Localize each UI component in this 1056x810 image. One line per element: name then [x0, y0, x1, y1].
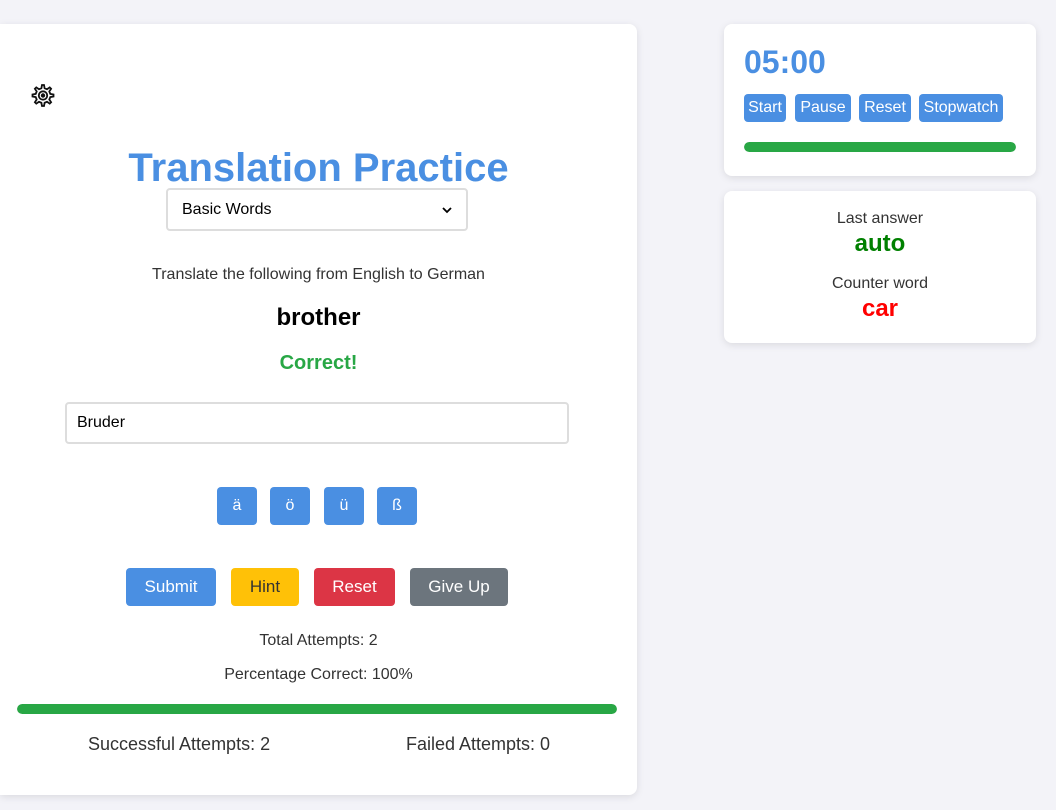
- timer-pause-button[interactable]: Pause: [795, 94, 851, 122]
- accuracy-progress-bar: [17, 704, 617, 714]
- category-select[interactable]: Basic Words: [166, 188, 468, 231]
- counter-word-label: Counter word: [831, 275, 929, 292]
- char-button-a-umlaut[interactable]: ä: [217, 487, 257, 525]
- timer-card: 05:00 Start Pause Reset Stopwatch: [724, 24, 1036, 176]
- category-select-value: Basic Words: [182, 200, 272, 218]
- char-button-o-umlaut[interactable]: ö: [270, 487, 310, 525]
- submit-button[interactable]: Submit: [126, 568, 216, 606]
- prompt-word: brother: [276, 304, 361, 331]
- answer-input[interactable]: [65, 402, 569, 444]
- char-button-u-umlaut[interactable]: ü: [324, 487, 364, 525]
- timer-start-button[interactable]: Start: [744, 94, 786, 122]
- practice-card: Translation Practice Basic Words Transla…: [0, 24, 637, 795]
- accuracy-progress-fill: [17, 704, 617, 714]
- feedback-message: Correct!: [279, 352, 358, 374]
- failed-attempts: Failed Attempts: 0: [406, 734, 551, 754]
- stopwatch-button[interactable]: Stopwatch: [919, 94, 1003, 122]
- timer-reset-button[interactable]: Reset: [859, 94, 911, 122]
- timer-progress-fill: [744, 142, 1016, 152]
- total-attempts: Total Attempts: 2: [259, 632, 378, 649]
- info-card: Last answer auto Counter word car: [724, 191, 1036, 343]
- timer-display: 05:00: [744, 44, 826, 80]
- last-answer-label: Last answer: [836, 210, 924, 227]
- chevron-down-icon: [442, 206, 452, 213]
- percentage-correct: Percentage Correct: 100%: [224, 666, 413, 683]
- char-button-eszett[interactable]: ß: [377, 487, 417, 525]
- reset-button[interactable]: Reset: [314, 568, 395, 606]
- give-up-button[interactable]: Give Up: [410, 568, 508, 606]
- hint-button[interactable]: Hint: [231, 568, 299, 606]
- last-answer-value: auto: [854, 230, 906, 257]
- timer-progress-bar: [744, 142, 1016, 152]
- instruction-text: Translate the following from English to …: [152, 266, 485, 283]
- successful-attempts: Successful Attempts: 2: [88, 734, 271, 754]
- counter-word-value: car: [861, 295, 899, 322]
- gear-icon[interactable]: [29, 82, 57, 110]
- page-title: Translation Practice: [128, 146, 509, 190]
